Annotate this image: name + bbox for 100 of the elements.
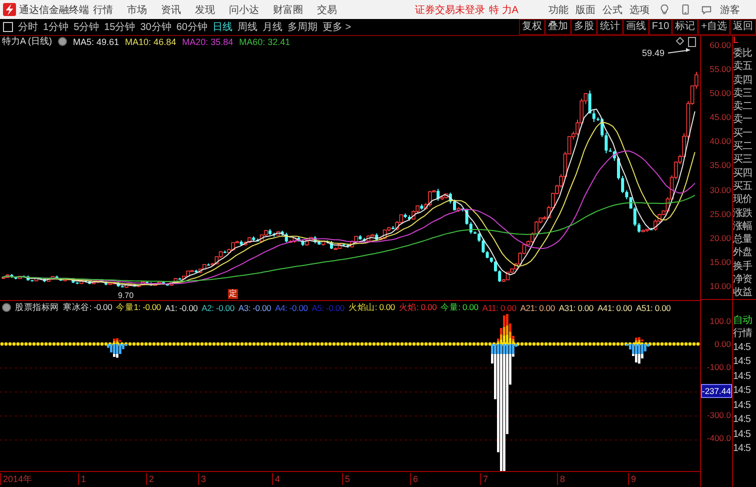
period-tab[interactable]: 5分钟 bbox=[74, 20, 100, 34]
date-axis-label: 3 bbox=[198, 473, 206, 485]
toolbar-button[interactable]: F10 bbox=[648, 19, 672, 35]
date-axis-label: 7 bbox=[480, 473, 488, 485]
menu-item[interactable]: 公式 bbox=[602, 2, 622, 16]
period-tab[interactable]: 日线 bbox=[212, 20, 232, 34]
quote-field-label: 换手 bbox=[733, 260, 753, 274]
indicator-value: A2: -0.00 bbox=[202, 302, 234, 312]
quote-field-label: 收益 bbox=[733, 286, 754, 300]
indicator-value: A11: 0.00 bbox=[482, 302, 516, 312]
indicator-value: A3: -0.00 bbox=[238, 302, 272, 312]
period-tab[interactable]: 周线 bbox=[238, 20, 258, 34]
quote-field-label: 卖五 bbox=[733, 60, 754, 74]
period-tab[interactable]: 60分钟 bbox=[176, 20, 208, 34]
period-tab[interactable]: 更多 > bbox=[322, 20, 352, 34]
indicator-value: A4: -0.00 bbox=[275, 302, 308, 312]
menu-item[interactable]: 版面 bbox=[575, 2, 596, 16]
menu-item[interactable]: 发现 bbox=[195, 2, 215, 16]
toolbar-button[interactable]: +自选 bbox=[698, 19, 730, 35]
indicator-value: A21: 0.00 bbox=[520, 302, 555, 312]
price-axis-label: 45.00 bbox=[708, 111, 732, 124]
menu-item[interactable]: 问小达 bbox=[229, 2, 259, 16]
moving-average-value: MA10: 46.84 bbox=[125, 36, 176, 46]
menu-item[interactable]: 交易 bbox=[317, 2, 337, 16]
period-tab[interactable]: 30分钟 bbox=[140, 20, 172, 34]
time-label: 14:5 bbox=[733, 384, 752, 398]
chart-title: 特力A (日线) bbox=[2, 35, 52, 48]
indicator-axis-label: 100.0 bbox=[708, 315, 732, 327]
quote-field-label: 委比 bbox=[733, 47, 753, 60]
toolbar-button[interactable]: 多股 bbox=[570, 19, 597, 35]
date-axis-label: 9 bbox=[628, 473, 636, 485]
indicator-value: A1: -0.00 bbox=[164, 302, 198, 312]
indicator-axis-label: -300.0 bbox=[706, 409, 732, 421]
indicator-axis-label: -100.0 bbox=[706, 361, 732, 373]
period-tab[interactable]: 1分钟 bbox=[43, 20, 69, 34]
login-notice[interactable]: 证券交易未登录 bbox=[415, 2, 485, 16]
indicator-value: A5: -0.00 bbox=[312, 302, 344, 312]
toolbar-button[interactable]: 统计 bbox=[596, 19, 623, 35]
price-axis-label: 60.00 bbox=[708, 39, 732, 51]
toolbar-button[interactable]: 叠加 bbox=[544, 19, 571, 35]
quote-field-label: 涨幅 bbox=[733, 220, 753, 234]
date-axis-label: 5 bbox=[342, 473, 350, 485]
period-tab[interactable]: 15分钟 bbox=[104, 20, 136, 34]
price-axis-label: 30.00 bbox=[708, 184, 732, 196]
menu-item[interactable]: 财富圈 bbox=[273, 2, 303, 16]
menu-item[interactable]: 功能 bbox=[548, 2, 568, 16]
price-axis-label: 40.00 bbox=[708, 135, 732, 148]
price-axis-label: 35.00 bbox=[708, 159, 732, 172]
menu-item[interactable]: 行情 bbox=[93, 2, 113, 16]
period-tab[interactable]: 多周期 bbox=[288, 20, 318, 34]
mode-label[interactable]: 自动 bbox=[733, 314, 756, 328]
toolbar-button[interactable]: 复权 bbox=[518, 19, 545, 35]
toolbar-button[interactable]: 标记 bbox=[672, 19, 698, 35]
time-label: 14:5 bbox=[733, 355, 752, 370]
quote-field-label: 卖二 bbox=[733, 100, 753, 114]
indicator-axis-label: -400.0 bbox=[706, 432, 732, 444]
menu-item[interactable]: 资讯 bbox=[161, 2, 181, 16]
quote-field-label: 买五 bbox=[733, 180, 754, 194]
indicator-value: 火焰山: 0.00 bbox=[348, 302, 395, 314]
quote-field-label: 买四 bbox=[733, 166, 753, 180]
date-axis-label: 8 bbox=[557, 473, 566, 485]
toolbar-button[interactable]: 返回 bbox=[730, 19, 756, 35]
quote-field-label: 净资 bbox=[733, 273, 753, 286]
date-axis-label: 1 bbox=[78, 473, 86, 485]
price-axis-label: 55.00 bbox=[708, 63, 732, 76]
quote-field-label: 卖三 bbox=[733, 86, 753, 100]
price-axis-label: 10.00 bbox=[708, 280, 732, 292]
stock-name: 特 力A bbox=[489, 4, 518, 16]
quote-label: 行情 bbox=[733, 327, 754, 341]
moving-average-value: MA5: 49.61 bbox=[73, 36, 120, 46]
period-tab[interactable]: 分时 bbox=[18, 20, 38, 34]
quote-field-label: 卖一 bbox=[733, 113, 753, 127]
date-axis-label: 6 bbox=[410, 473, 418, 485]
date-axis-label: 2 bbox=[146, 473, 154, 485]
time-label: 14:5 bbox=[733, 442, 752, 456]
panel-corner-label: L bbox=[733, 36, 740, 45]
user-name[interactable]: 游客 bbox=[720, 2, 740, 16]
price-axis-label: 25.00 bbox=[708, 208, 732, 220]
time-label: 14:5 bbox=[733, 370, 752, 384]
quote-field-label: 买三 bbox=[733, 153, 753, 167]
moving-average-value: MA60: 32.41 bbox=[239, 36, 290, 46]
price-low-label: 9.70 bbox=[118, 291, 134, 300]
time-label: 14:5 bbox=[733, 340, 752, 355]
quote-field-label: 现价 bbox=[733, 193, 753, 207]
indicator-value: 寒冰谷: -0.00 bbox=[63, 302, 112, 314]
indicator-value: 火焰: 0.00 bbox=[398, 302, 437, 314]
time-label: 14:5 bbox=[733, 398, 752, 413]
marker-tag: 定 bbox=[228, 289, 238, 299]
indicator-axis-label: 0.00 bbox=[713, 338, 732, 350]
period-tab[interactable]: 月线 bbox=[262, 20, 282, 34]
toolbar-button[interactable]: 画线 bbox=[622, 19, 649, 35]
menu-item[interactable]: 市场 bbox=[127, 2, 147, 16]
quote-field-label: 涨跌 bbox=[733, 206, 753, 220]
time-label: 14:5 bbox=[733, 413, 752, 428]
indicator-name[interactable]: 股票指标网 bbox=[15, 302, 60, 314]
current-value-label: -237.44 bbox=[701, 384, 732, 398]
quote-field-label: 外盘 bbox=[733, 246, 753, 260]
indicator-value: A41: 0.00 bbox=[597, 302, 632, 312]
menu-item[interactable]: 选项 bbox=[629, 2, 650, 16]
indicator-value: A51: 0.00 bbox=[636, 302, 671, 312]
